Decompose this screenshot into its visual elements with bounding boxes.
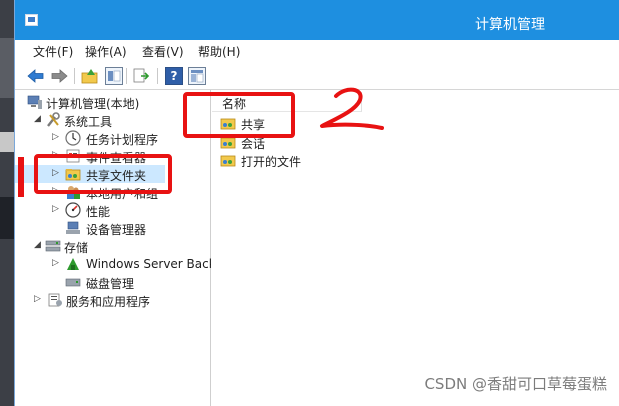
computer-icon bbox=[27, 94, 43, 110]
tree-item-windows-server-backup[interactable]: ▷ Windows Server Back bbox=[15, 255, 211, 273]
collapsed-arrow-icon[interactable]: ▷ bbox=[52, 132, 62, 142]
menu-bar: 文件(F) 操作(A) 查看(V) 帮助(H) bbox=[15, 40, 619, 62]
title-bar[interactable]: 计算机管理 bbox=[15, 0, 619, 40]
forward-arrow-icon[interactable] bbox=[50, 67, 68, 85]
menu-view[interactable]: 查看(V) bbox=[142, 43, 184, 60]
tree-item-label: 磁盘管理 bbox=[86, 277, 135, 291]
performance-icon bbox=[65, 202, 81, 218]
desktop-background-strip bbox=[0, 0, 14, 406]
disk-icon bbox=[65, 274, 81, 290]
tree-item-services-applications[interactable]: ▷ 服务和应用程序 bbox=[15, 291, 205, 309]
toolbar-separator bbox=[126, 68, 127, 84]
storage-icon bbox=[45, 238, 61, 254]
toolbar-separator bbox=[74, 68, 75, 84]
tree-item-system-tools[interactable]: ◢ 系统工具 bbox=[15, 111, 205, 129]
expanded-arrow-icon[interactable]: ◢ bbox=[34, 114, 44, 124]
shared-folder-icon bbox=[220, 134, 236, 150]
toolbar-separator bbox=[157, 68, 158, 84]
list-item-label: 打开的文件 bbox=[241, 155, 302, 169]
tree-item-label: 事件查看器 bbox=[86, 151, 147, 165]
red-handwritten-number bbox=[320, 87, 384, 130]
show-hide-tree-icon[interactable] bbox=[105, 67, 123, 85]
shared-folder-icon bbox=[220, 152, 236, 168]
tree-item-label: 共享文件夹 bbox=[86, 169, 147, 183]
tree-item-shared-folders[interactable]: ▷ 共享文件夹 bbox=[15, 165, 165, 183]
list-item-label: 会话 bbox=[241, 137, 266, 151]
navigation-tree: 计算机管理(本地) ◢ 系统工具 ▷ 任务计划程序 ▷ 事件查看器 ▷ 共享文件… bbox=[15, 90, 211, 406]
up-folder-icon[interactable] bbox=[81, 67, 99, 85]
view-icon[interactable] bbox=[188, 67, 206, 85]
collapsed-arrow-icon[interactable]: ▷ bbox=[52, 258, 62, 268]
tree-item-device-manager[interactable]: 设备管理器 bbox=[15, 219, 205, 237]
tree-item-performance[interactable]: ▷ 性能 bbox=[15, 201, 205, 219]
device-manager-icon bbox=[65, 220, 81, 236]
tree-item-event-viewer[interactable]: ▷ 事件查看器 bbox=[15, 147, 205, 165]
expanded-arrow-icon[interactable]: ◢ bbox=[34, 240, 44, 250]
collapsed-arrow-icon[interactable]: ▷ bbox=[34, 294, 44, 304]
tree-item-label: 设备管理器 bbox=[86, 223, 147, 237]
desktop-strip-block bbox=[0, 197, 14, 239]
tree-item-label: 本地用户和组 bbox=[86, 187, 159, 201]
tree-item-storage[interactable]: ◢ 存储 bbox=[15, 237, 205, 255]
tree-item-label: 系统工具 bbox=[64, 115, 113, 129]
watermark-text: CSDN @香甜可口草莓蛋糕 bbox=[424, 375, 607, 393]
tree-item-local-users-groups[interactable]: ▷ 本地用户和组 bbox=[15, 183, 205, 201]
desktop-strip-block bbox=[0, 132, 14, 152]
menu-action[interactable]: 操作(A) bbox=[85, 43, 127, 60]
shared-folder-icon bbox=[65, 166, 81, 182]
back-arrow-icon[interactable] bbox=[27, 67, 45, 85]
tree-item-label: 存储 bbox=[64, 241, 89, 255]
column-header-label: 名称 bbox=[222, 97, 247, 111]
services-icon bbox=[47, 292, 63, 308]
tree-item-task-scheduler[interactable]: ▷ 任务计划程序 bbox=[15, 129, 205, 147]
red-annotation-bar bbox=[18, 157, 24, 197]
event-viewer-icon bbox=[65, 148, 81, 164]
app-icon bbox=[25, 14, 38, 26]
collapsed-arrow-icon[interactable]: ▷ bbox=[52, 204, 62, 214]
tree-item-label: 任务计划程序 bbox=[86, 133, 159, 147]
details-list: 名称 共享 会话 打开的文件 bbox=[212, 90, 619, 406]
tree-item-label: Windows Server Back bbox=[86, 257, 211, 271]
shared-folder-icon bbox=[220, 115, 236, 131]
collapsed-arrow-icon[interactable]: ▷ bbox=[52, 150, 62, 160]
export-list-icon[interactable] bbox=[132, 67, 150, 85]
clock-icon bbox=[65, 130, 81, 146]
list-item-label: 共享 bbox=[241, 118, 266, 132]
collapsed-arrow-icon[interactable]: ▷ bbox=[52, 168, 62, 178]
window-title: 计算机管理 bbox=[475, 17, 545, 33]
desktop-strip-block bbox=[0, 38, 14, 98]
help-icon[interactable]: ? bbox=[165, 67, 183, 85]
tree-item-label: 性能 bbox=[86, 205, 111, 219]
tree-item-label: 服务和应用程序 bbox=[66, 295, 151, 309]
menu-file[interactable]: 文件(F) bbox=[33, 43, 73, 60]
tools-icon bbox=[45, 112, 61, 128]
computer-management-window: 计算机管理 文件(F) 操作(A) 查看(V) 帮助(H) ? 计算机管理(本地… bbox=[14, 0, 619, 406]
users-icon bbox=[65, 184, 81, 200]
collapsed-arrow-icon[interactable]: ▷ bbox=[52, 186, 62, 196]
backup-icon bbox=[65, 256, 81, 272]
menu-help[interactable]: 帮助(H) bbox=[198, 43, 240, 60]
tree-item-label: 计算机管理(本地) bbox=[46, 97, 140, 111]
tree-item-disk-management[interactable]: 磁盘管理 bbox=[15, 273, 205, 291]
tree-item-computer-management[interactable]: 计算机管理(本地) bbox=[15, 93, 205, 111]
